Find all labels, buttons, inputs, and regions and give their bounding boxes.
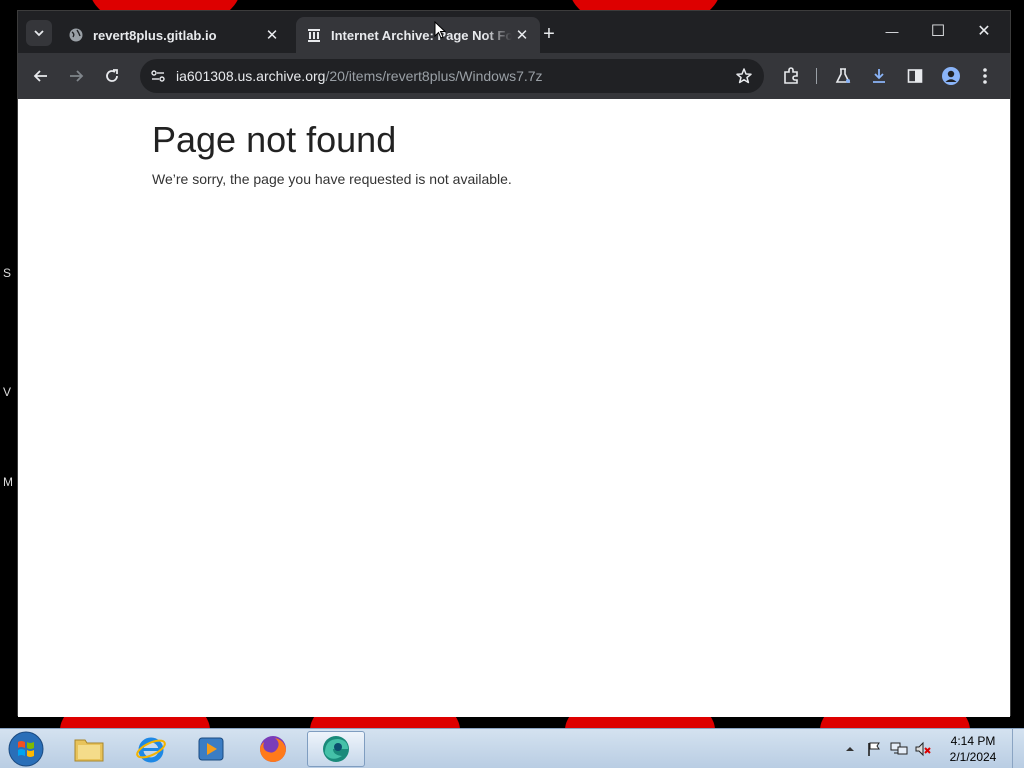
tab-title: Internet Archive: Page Not Found xyxy=(331,27,512,43)
toolbar-divider xyxy=(816,68,817,84)
tab-close-button[interactable]: ✕ xyxy=(512,25,532,45)
volume-muted-icon[interactable] xyxy=(912,737,934,761)
network-icon[interactable] xyxy=(888,737,910,761)
clock-date: 2/1/2024 xyxy=(949,750,997,764)
back-icon xyxy=(33,70,47,82)
desktop-icon-label: V xyxy=(3,385,12,399)
maximize-button[interactable]: ☐ xyxy=(918,19,958,45)
browser-toolbar: ia601308.us.archive.org/20/items/revert8… xyxy=(18,53,1010,99)
media-player-icon xyxy=(198,737,224,761)
tab-title: revert8plus.gitlab.io xyxy=(93,27,217,43)
action-center-flag-icon[interactable] xyxy=(864,737,884,761)
folder-icon xyxy=(74,739,104,762)
minimize-button[interactable]: — xyxy=(872,19,912,45)
bookmark-star-icon[interactable] xyxy=(730,62,758,90)
internet-explorer-icon xyxy=(136,737,166,763)
address-bar[interactable]: ia601308.us.archive.org/20/items/revert8… xyxy=(140,59,764,93)
reload-icon xyxy=(106,69,118,82)
taskbar-media-player[interactable] xyxy=(182,731,240,767)
show-desktop-button[interactable] xyxy=(1012,729,1024,768)
tab-internet-archive[interactable]: Internet Archive: Page Not Found ✕ xyxy=(296,17,540,53)
labs-icon[interactable] xyxy=(828,61,858,91)
firefox-icon xyxy=(260,736,286,762)
url-text: ia601308.us.archive.org/20/items/revert8… xyxy=(176,68,543,84)
window-close-button[interactable]: ✕ xyxy=(964,19,1004,45)
globe-icon xyxy=(68,27,84,43)
back-button[interactable] xyxy=(26,61,56,91)
tab-strip: revert8plus.gitlab.io ✕ Internet Archive… xyxy=(18,11,1010,53)
show-hidden-icons-button[interactable] xyxy=(842,737,858,761)
desktop-icon-label: S xyxy=(3,266,12,280)
url-host: ia601308.us.archive.org xyxy=(176,68,326,84)
error-message: We’re sorry, the page you have requested… xyxy=(152,171,512,187)
reload-button[interactable] xyxy=(97,61,127,91)
start-button[interactable] xyxy=(6,730,46,768)
url-path: /20/items/revert8plus/Windows7.7z xyxy=(325,68,543,84)
tab-search-button[interactable] xyxy=(26,20,52,46)
menu-icon[interactable] xyxy=(970,61,1000,91)
profile-icon[interactable] xyxy=(936,61,966,91)
chevron-up-icon xyxy=(846,747,854,751)
system-clock[interactable]: 4:14 PM 2/1/2024 xyxy=(940,733,1006,765)
page-content: Page not found We’re sorry, the page you… xyxy=(18,99,1010,717)
page-title: Page not found xyxy=(152,119,397,160)
archive-icon xyxy=(306,27,322,43)
download-icon[interactable] xyxy=(864,61,894,91)
taskbar: 4:14 PM 2/1/2024 xyxy=(0,728,1024,768)
site-info-icon[interactable] xyxy=(144,62,172,90)
taskbar-edge[interactable] xyxy=(307,731,365,767)
windows-logo-icon xyxy=(8,731,44,767)
taskbar-file-explorer[interactable] xyxy=(60,731,118,767)
extensions-icon[interactable] xyxy=(776,61,806,91)
tab-revert8plus[interactable]: revert8plus.gitlab.io ✕ xyxy=(58,17,290,53)
edge-browser-icon xyxy=(323,736,349,762)
forward-icon xyxy=(70,70,84,82)
new-tab-button[interactable]: + xyxy=(538,23,560,45)
browser-window: revert8plus.gitlab.io ✕ Internet Archive… xyxy=(17,10,1011,717)
taskbar-internet-explorer[interactable] xyxy=(122,731,180,767)
mouse-cursor-icon xyxy=(434,21,446,39)
tab-close-button[interactable]: ✕ xyxy=(262,25,282,45)
side-panel-icon[interactable] xyxy=(900,61,930,91)
chevron-down-icon xyxy=(34,30,44,37)
taskbar-firefox[interactable] xyxy=(244,731,302,767)
forward-button[interactable] xyxy=(61,61,91,91)
desktop-icon-label: M xyxy=(3,475,13,489)
clock-time: 4:14 PM xyxy=(950,734,996,748)
